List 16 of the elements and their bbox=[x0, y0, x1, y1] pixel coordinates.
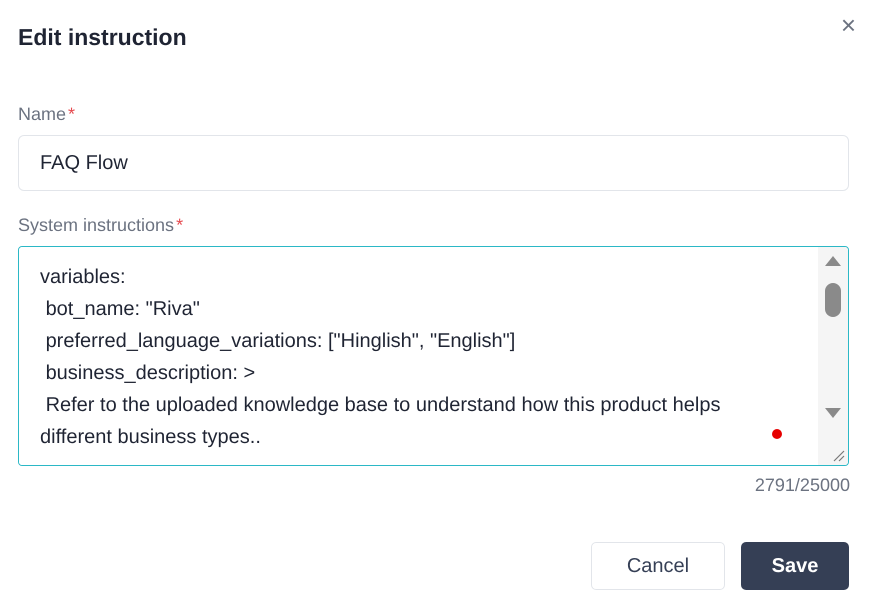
scrollbar-thumb[interactable] bbox=[825, 283, 841, 317]
cancel-button[interactable]: Cancel bbox=[591, 542, 725, 590]
scrollbar[interactable] bbox=[818, 247, 848, 465]
required-mark: * bbox=[68, 104, 76, 125]
dialog-title: Edit instruction bbox=[18, 24, 188, 51]
close-button[interactable]: × bbox=[836, 12, 860, 38]
scroll-down-icon[interactable] bbox=[824, 407, 842, 419]
required-mark: * bbox=[176, 215, 184, 236]
field-label: System instructions bbox=[18, 215, 174, 236]
scroll-up-icon[interactable] bbox=[824, 255, 842, 267]
name-input[interactable]: FAQ Flow bbox=[18, 135, 849, 191]
instructions-field[interactable]: variables: bot_name: "Riva" preferred_language_variations: ["Hinglish", "English"] business_description: > Refer to the uploaded knowledge base to understand how this product helps different business types.. bbox=[18, 246, 849, 466]
character-counter: 2791/25000 bbox=[754, 475, 850, 496]
field-label: Name bbox=[18, 104, 66, 125]
resize-handle-icon[interactable] bbox=[831, 448, 845, 462]
save-button[interactable]: Save bbox=[741, 542, 849, 590]
